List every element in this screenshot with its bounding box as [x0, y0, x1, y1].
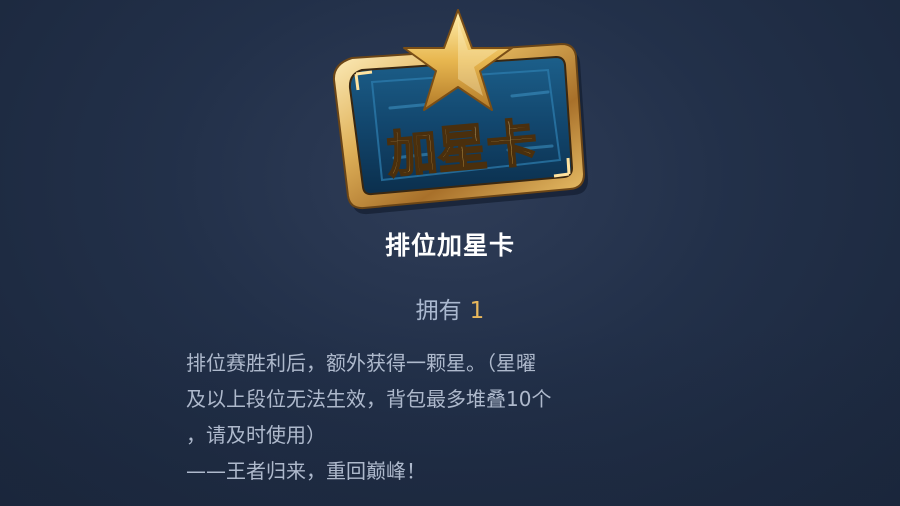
description-line: ，请及时使用）: [186, 423, 326, 447]
description-line: ——王者归来，重回巅峰！: [186, 459, 426, 483]
owned-row: 拥有 1: [0, 291, 900, 325]
description-line: 排位赛胜利后，额外获得一颗星。（星曜: [186, 351, 536, 375]
item-description: 排位赛胜利后，额外获得一颗星。（星曜 及以上段位无法生效，背包最多堆叠10个 ，…: [186, 345, 726, 489]
owned-label: 拥有: [415, 298, 462, 324]
description-line: 及以上段位无法生效，背包最多堆叠10个: [186, 387, 552, 411]
item-name: 排位加星卡: [384, 231, 515, 260]
star-card-icon: 加星卡: [312, 8, 592, 218]
owned-count: 1: [469, 298, 485, 324]
